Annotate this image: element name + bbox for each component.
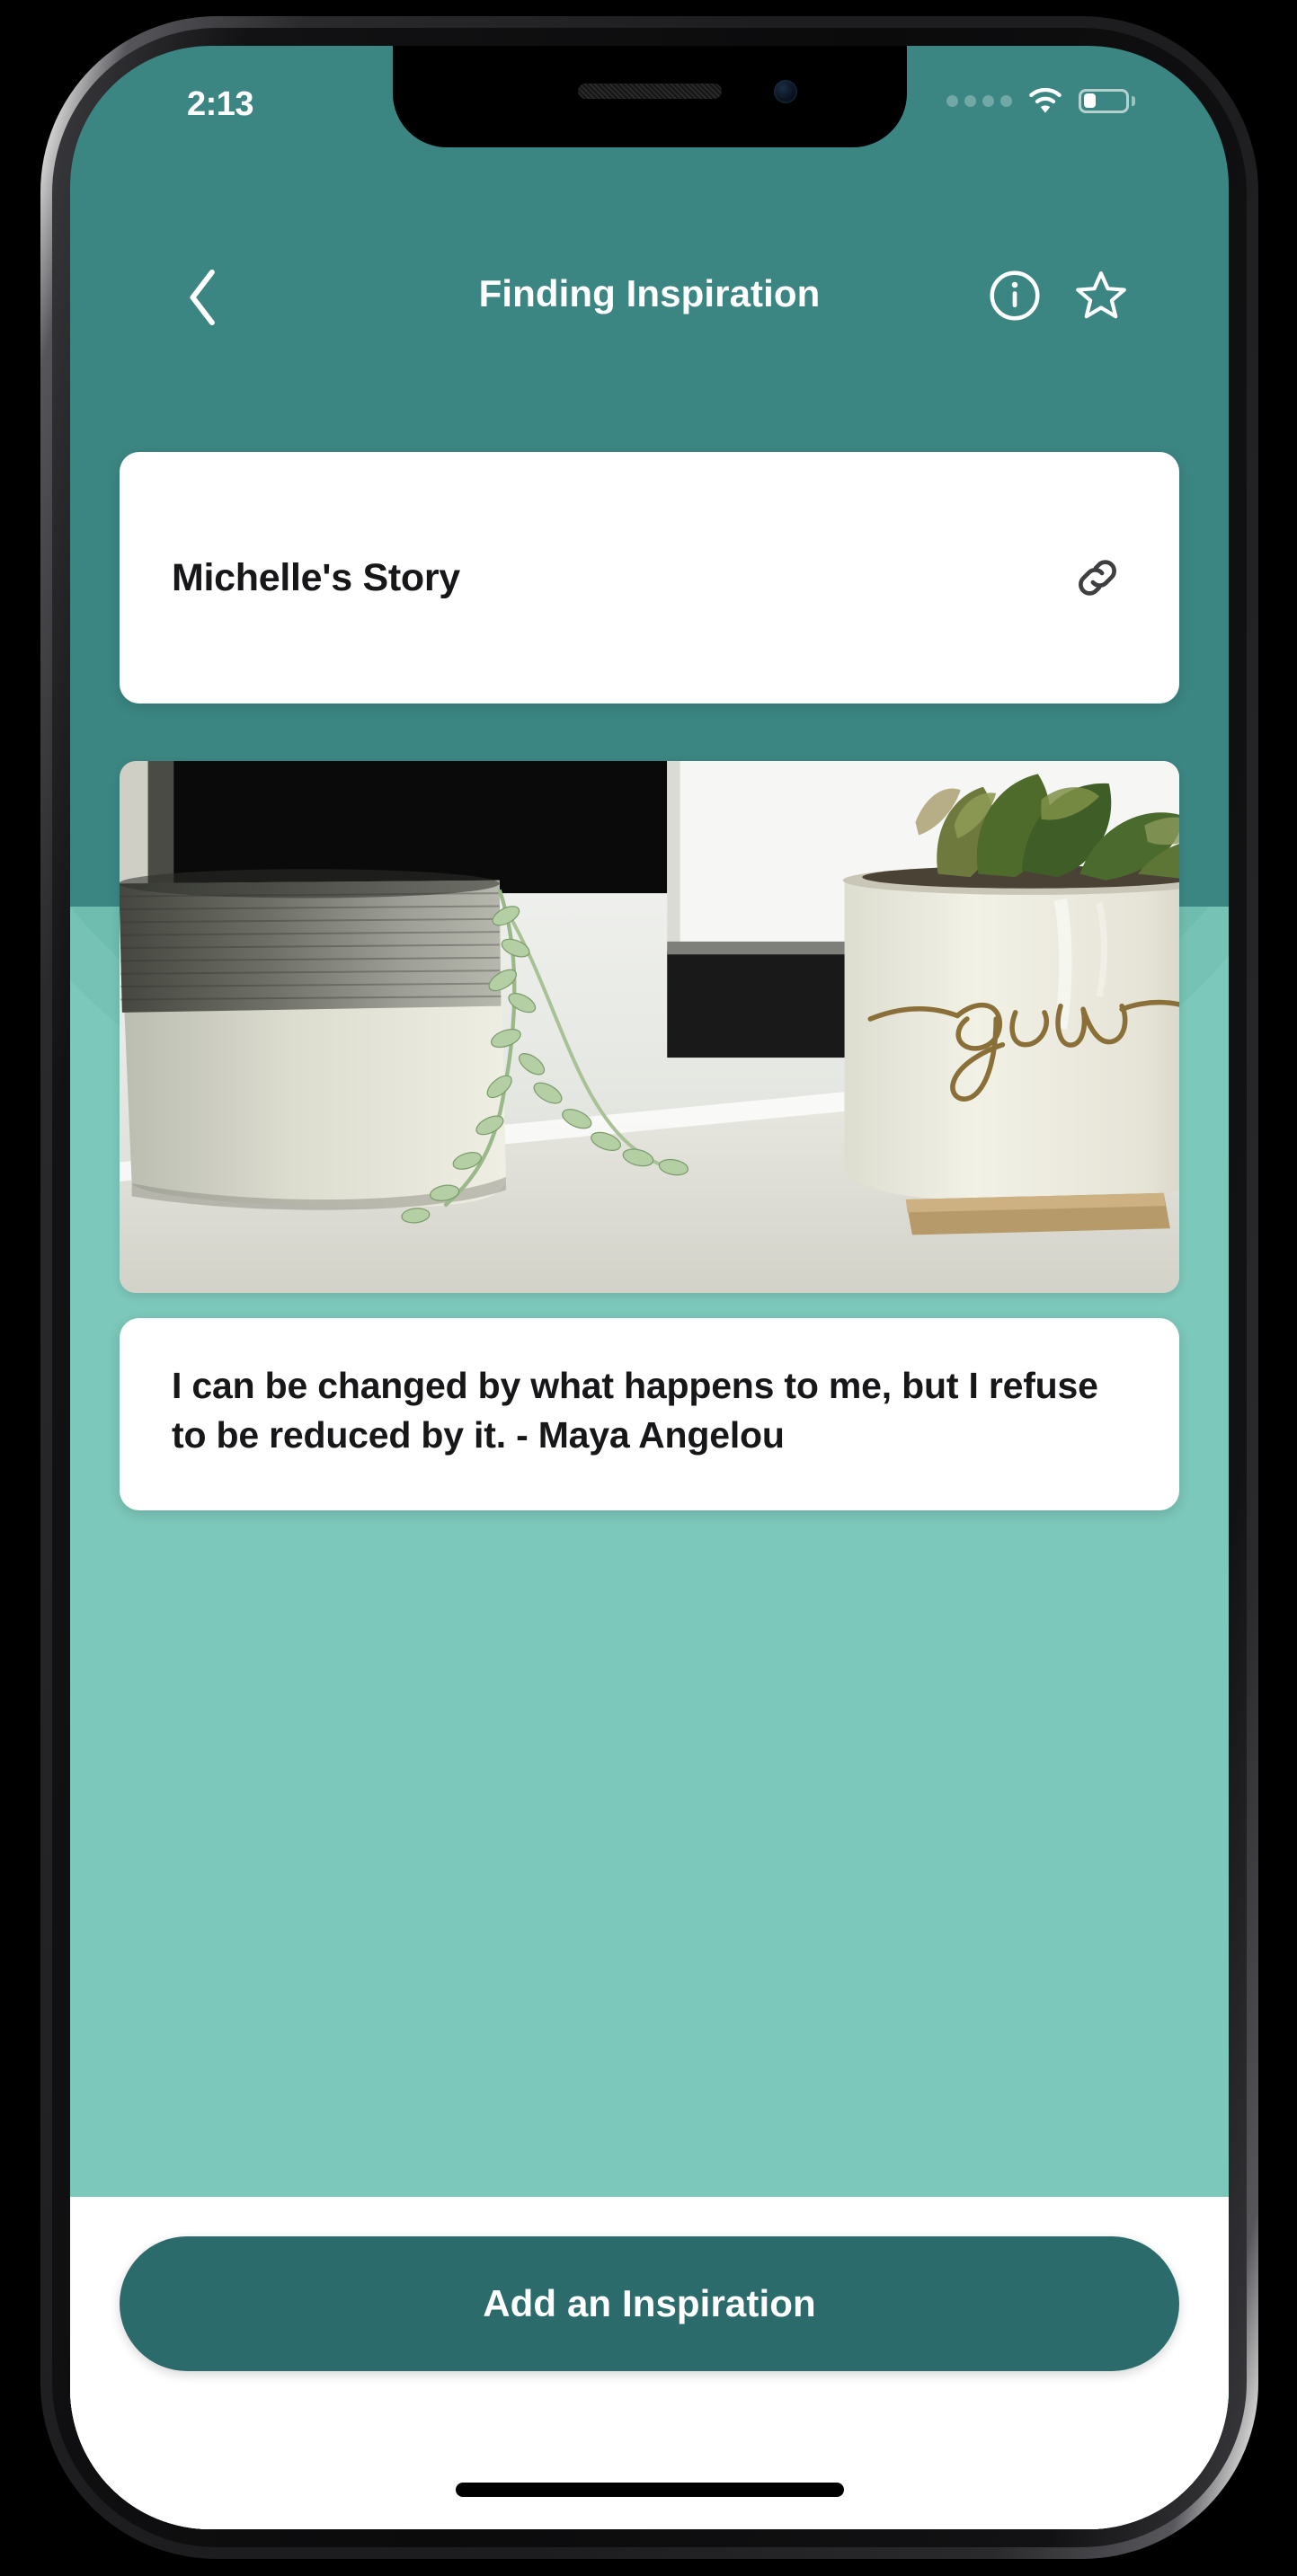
signal-dot (964, 94, 976, 107)
status-time: 2:13 (187, 85, 254, 123)
front-camera-icon (773, 80, 797, 103)
cellular-signal-dots-icon (946, 94, 1012, 107)
app-screen: 2:13 Finding Inspiration Michelle's Stor… (70, 46, 1229, 2529)
navigation-bar: Finding Inspiration (70, 245, 1229, 350)
signal-dot (1000, 94, 1012, 107)
quote-text: I can be changed by what happens to me, … (172, 1365, 1098, 1456)
device-notch (392, 46, 907, 147)
info-button[interactable] (984, 265, 1045, 326)
story-card-title: Michelle's Story (172, 555, 460, 599)
copy-link-button[interactable] (1066, 546, 1129, 609)
story-card[interactable]: Michelle's Story (120, 452, 1179, 704)
status-indicators (946, 87, 1135, 114)
bottom-action-bar: Add an Inspiration (70, 2197, 1229, 2529)
link-chain-icon (1079, 560, 1116, 596)
battery-icon (1079, 88, 1135, 113)
info-circle-icon (990, 270, 1040, 321)
star-outline-icon (1076, 271, 1126, 319)
navigation-actions (984, 265, 1132, 326)
home-indicator[interactable] (455, 2483, 844, 2497)
battery-cap (1132, 95, 1135, 106)
device-screen: 2:13 Finding Inspiration Michelle's Stor… (70, 46, 1229, 2529)
inspiration-photo-image (120, 761, 1179, 1293)
favorite-button[interactable] (1070, 265, 1132, 326)
earpiece-speaker (577, 84, 722, 99)
phone-device-frame: 2:13 Finding Inspiration Michelle's Stor… (40, 16, 1258, 2559)
battery-fill-level (1083, 93, 1097, 108)
add-inspiration-button[interactable]: Add an Inspiration (120, 2236, 1179, 2371)
inspiration-photo[interactable] (120, 761, 1179, 1293)
quote-card[interactable]: I can be changed by what happens to me, … (120, 1318, 1179, 1510)
signal-dot (946, 94, 958, 107)
battery-body (1079, 88, 1129, 113)
wifi-icon (1029, 87, 1062, 113)
signal-dot (982, 94, 994, 107)
